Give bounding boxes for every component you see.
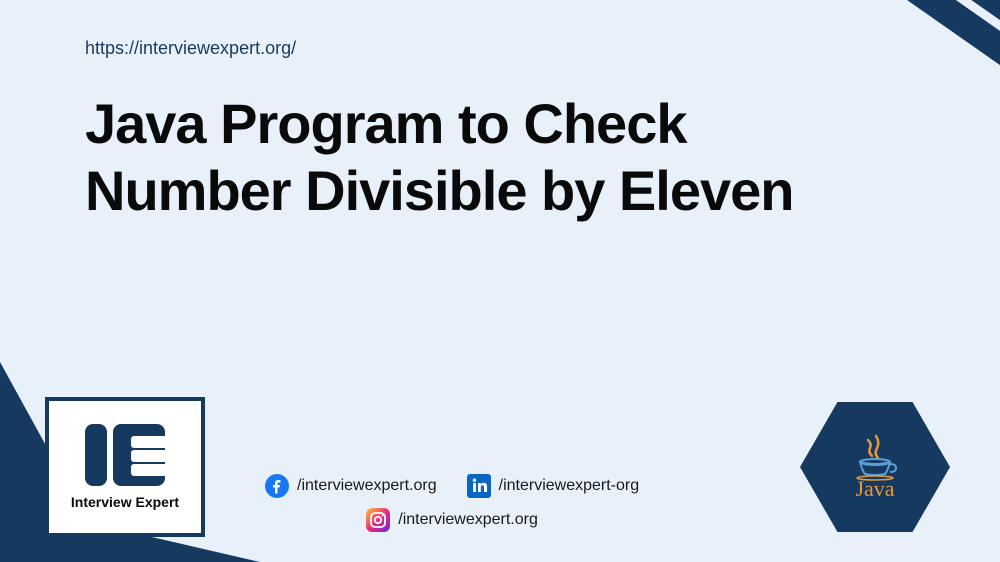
logo-text: Interview Expert — [71, 494, 179, 510]
hexagon-shape: Java — [800, 402, 950, 532]
linkedin-text: /interviewexpert-org — [499, 477, 640, 495]
facebook-text: /interviewexpert.org — [297, 477, 437, 495]
social-row: /interviewexpert.org /interviewexpert-or… — [265, 474, 639, 498]
social-row: /interviewexpert.org — [366, 508, 538, 532]
page-title: Java Program to Check Number Divisible b… — [85, 90, 865, 224]
java-badge: Java — [795, 397, 955, 537]
brand-logo: Interview Expert — [45, 397, 205, 537]
stripe — [849, 0, 1000, 132]
linkedin-icon — [467, 474, 491, 498]
facebook-icon — [265, 474, 289, 498]
java-cup-icon — [850, 432, 900, 472]
logo-letters — [85, 424, 165, 486]
logo-inner: Interview Expert — [49, 401, 201, 533]
facebook-link[interactable]: /interviewexpert.org — [265, 474, 437, 498]
instagram-icon — [366, 508, 390, 532]
logo-letter-i — [85, 424, 107, 486]
linkedin-link[interactable]: /interviewexpert-org — [467, 474, 640, 498]
instagram-text: /interviewexpert.org — [398, 511, 538, 529]
logo-letter-e — [113, 424, 165, 486]
instagram-link[interactable]: /interviewexpert.org — [366, 508, 538, 532]
social-links: /interviewexpert.org /interviewexpert-or… — [265, 474, 639, 532]
site-url: https://interviewexpert.org/ — [85, 38, 296, 59]
